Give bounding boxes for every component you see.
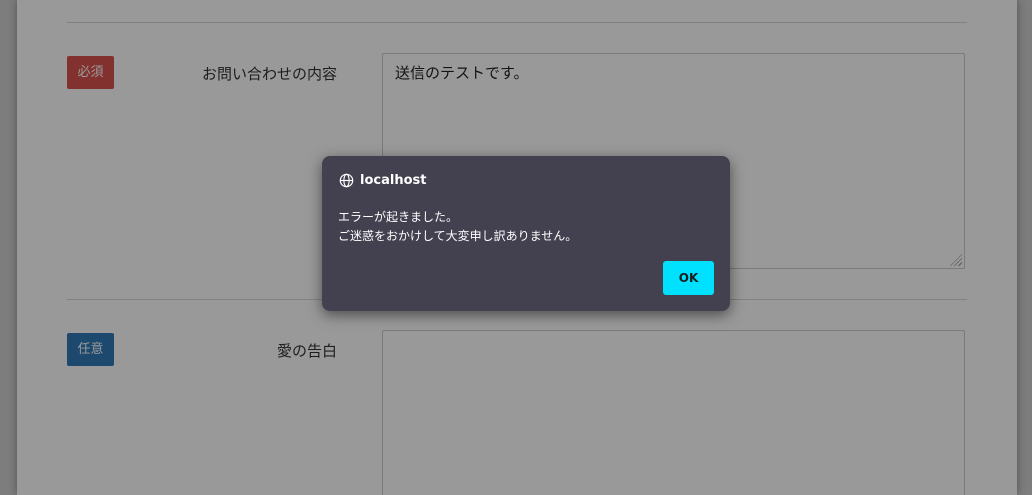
globe-icon bbox=[339, 173, 354, 188]
dialog-message-line: エラーが起きました。 bbox=[338, 210, 459, 224]
dialog-message: エラーが起きました。 ご迷惑をおかけして大変申し訳ありません。 bbox=[338, 208, 577, 246]
dialog-origin: localhost bbox=[360, 173, 427, 188]
ok-button[interactable]: OK bbox=[663, 261, 714, 295]
alert-dialog: localhost エラーが起きました。 ご迷惑をおかけして大変申し訳ありません… bbox=[322, 156, 730, 311]
dialog-message-line: ご迷惑をおかけして大変申し訳ありません。 bbox=[338, 229, 578, 243]
dialog-header: localhost bbox=[339, 173, 426, 188]
